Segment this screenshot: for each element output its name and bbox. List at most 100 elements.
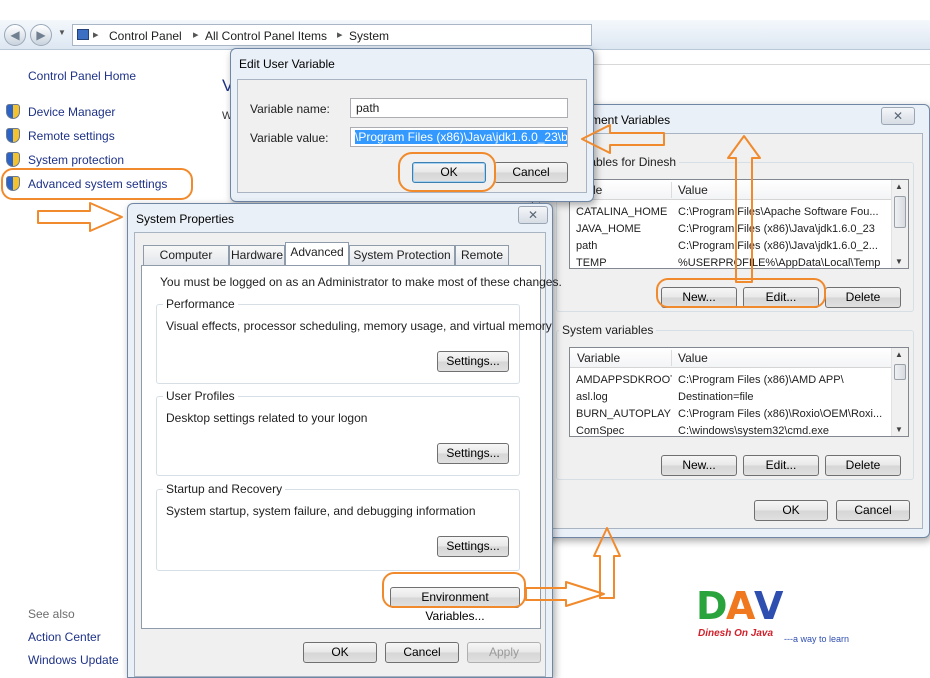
window-title: System Properties [136, 212, 235, 226]
remote-settings-link[interactable]: Remote settings [28, 129, 115, 143]
system-delete-button[interactable]: Delete [825, 455, 901, 476]
user-new-button[interactable]: New... [661, 287, 737, 308]
divider [590, 64, 930, 65]
tab-remote[interactable]: Remote [455, 245, 509, 265]
scroll-up-icon[interactable]: ▲ [895, 182, 903, 191]
column-divider [671, 182, 672, 198]
sysprop-ok-button[interactable]: OK [303, 642, 377, 663]
tab-computer-name[interactable]: Computer Name [143, 245, 229, 280]
startup-recovery-group: Startup and Recovery System startup, sys… [156, 482, 520, 571]
close-icon[interactable]: ✕ [518, 206, 548, 224]
list-header: Variable Value [570, 348, 908, 368]
tab-system-protection[interactable]: System Protection [349, 245, 455, 265]
chevron-right-icon: ▸ [193, 29, 199, 41]
env-ok-button[interactable]: OK [754, 500, 828, 521]
close-icon[interactable]: ✕ [881, 107, 915, 125]
breadcrumb-all-items[interactable]: All Control Panel Items [205, 29, 327, 43]
table-row[interactable]: ComSpec C:\windows\system32\cmd.exe [570, 423, 908, 436]
breadcrumb-control-panel[interactable]: Control Panel [109, 29, 182, 43]
table-row[interactable]: path C:\Program Files (x86)\Java\jdk1.6.0… [570, 238, 908, 255]
control-panel-home-link[interactable]: Control Panel Home [28, 69, 136, 83]
tab-panel-advanced: You must be logged on as an Administrato… [141, 265, 562, 629]
window-title: Edit User Variable [239, 57, 335, 71]
user-delete-button[interactable]: Delete [825, 287, 901, 308]
edit-ok-button[interactable]: OK [412, 162, 486, 183]
column-header-value[interactable]: Value [678, 351, 708, 365]
variable-name-label: Variable name: [250, 102, 330, 116]
user-variables-group: variables for Dinesh iable Value CATALIN… [556, 155, 914, 312]
column-header-variable[interactable]: Variable [577, 351, 620, 365]
recent-pages-chevron-icon[interactable]: ▼ [58, 28, 66, 37]
dialog-client: variables for Dinesh iable Value CATALIN… [539, 133, 923, 529]
table-row[interactable]: TEMP %USERPROFILE%\AppData\Local\Temp [570, 255, 908, 268]
dialog-client: Computer Name Hardware Advanced System P… [134, 232, 562, 677]
system-variables-group-title: System variables [559, 323, 657, 337]
tab-advanced[interactable]: Advanced [285, 242, 349, 265]
system-variables-list[interactable]: Variable Value AMDAPPSDKROOT C:\Program F… [569, 347, 909, 437]
advanced-system-settings-link[interactable]: Advanced system settings [28, 177, 167, 191]
logo-caption: Dinesh On Java [698, 628, 774, 639]
list-header: iable Value [570, 180, 908, 200]
logo-tagline: ---a way to learn [784, 634, 850, 644]
startup-settings-button[interactable]: Settings... [437, 536, 509, 557]
action-center-link[interactable]: Action Center [28, 630, 101, 644]
startup-recovery-title: Startup and Recovery [163, 482, 286, 496]
sysprop-apply-button: Apply [467, 642, 541, 663]
window-title: ment Variables [591, 113, 671, 127]
arrow-right-outline [37, 202, 123, 232]
selected-text: \Program Files (x86)\Java\jdk1.6.0_23\bi… [355, 130, 567, 144]
breadcrumb-system[interactable]: System [349, 29, 389, 43]
sysprop-cancel-button[interactable]: Cancel [385, 642, 459, 663]
user-edit-button[interactable]: Edit... [743, 287, 819, 308]
scrollbar[interactable]: ▲ ▼ [891, 180, 908, 268]
chevron-right-icon: ▸ [337, 29, 343, 41]
variable-value-label: Variable value: [250, 131, 329, 145]
table-row[interactable]: CATALINA_HOME C:\Program Files\Apache Sof… [570, 204, 908, 221]
scroll-up-icon[interactable]: ▲ [895, 350, 903, 359]
edit-user-variable-dialog: Edit User Variable Variable name: path V… [230, 48, 594, 202]
scroll-down-icon[interactable]: ▼ [895, 425, 903, 434]
logo-letter: A [726, 584, 756, 628]
shield-icon [6, 152, 20, 167]
chevron-right-icon: ▸ [93, 29, 99, 41]
admin-note: You must be logged on as an Administrato… [160, 275, 562, 289]
table-row[interactable]: asl.log Destination=file [570, 389, 908, 406]
startup-recovery-description: System startup, system failure, and debu… [166, 504, 476, 518]
table-row[interactable]: AMDAPPSDKROOT C:\Program Files (x86)\AMD … [570, 372, 908, 389]
system-properties-dialog: System Properties ✕ Computer Name Hardwa… [127, 203, 562, 678]
performance-description: Visual effects, processor scheduling, me… [166, 319, 552, 333]
shield-icon [6, 176, 20, 191]
tab-hardware[interactable]: Hardware [229, 245, 285, 265]
performance-settings-button[interactable]: Settings... [437, 351, 509, 372]
windows-update-link[interactable]: Windows Update [28, 653, 119, 667]
back-icon[interactable]: ◀ [4, 24, 26, 46]
scrollbar[interactable]: ▲ ▼ [891, 348, 908, 436]
user-profiles-settings-button[interactable]: Settings... [437, 443, 509, 464]
column-header-value[interactable]: Value [678, 183, 708, 197]
variable-value-field[interactable]: \Program Files (x86)\Java\jdk1.6.0_23\bi… [350, 127, 568, 147]
scroll-thumb[interactable] [894, 364, 906, 380]
user-variables-list[interactable]: iable Value CATALINA_HOMEC:\Program File… [569, 179, 909, 269]
env-cancel-button[interactable]: Cancel [836, 500, 910, 521]
environment-variables-button[interactable]: Environment Variables... [390, 587, 520, 623]
system-new-button[interactable]: New... [661, 455, 737, 476]
user-profiles-group: User Profiles Desktop settings related t… [156, 389, 520, 476]
performance-title: Performance [163, 297, 238, 311]
system-protection-link[interactable]: System protection [28, 153, 124, 167]
dinesh-on-java-logo: D A V Dinesh On Java ---a way to learn [692, 584, 852, 646]
variable-name-field[interactable]: path [350, 98, 568, 118]
edit-cancel-button[interactable]: Cancel [494, 162, 568, 183]
scroll-down-icon[interactable]: ▼ [895, 257, 903, 266]
table-row[interactable]: BURN_AUTOPLAY C:\Program Files (x86)\Roxi… [570, 406, 908, 423]
system-edit-button[interactable]: Edit... [743, 455, 819, 476]
user-profiles-description: Desktop settings related to your logon [166, 411, 368, 425]
table-row[interactable]: JAVA_HOME C:\Program Files (x86)\Java\jdk… [570, 221, 908, 238]
device-manager-link[interactable]: Device Manager [28, 105, 115, 119]
logo-letter: D [696, 584, 728, 628]
see-also-heading: See also [28, 607, 75, 621]
scroll-thumb[interactable] [894, 196, 906, 228]
shield-icon [6, 128, 20, 143]
breadcrumb[interactable]: ▸ Control Panel ▸ All Control Panel Item… [72, 24, 592, 46]
control-panel-icon [77, 29, 89, 40]
forward-icon[interactable]: ▶ [30, 24, 52, 46]
